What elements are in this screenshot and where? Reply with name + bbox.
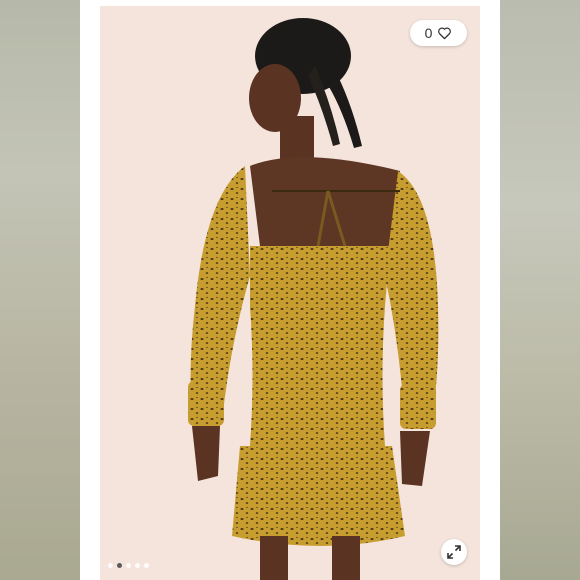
carousel-indicator bbox=[108, 563, 149, 568]
dress-illustration bbox=[188, 18, 439, 580]
carousel-dot-3[interactable] bbox=[126, 563, 131, 568]
blurred-right-panel bbox=[500, 0, 580, 580]
carousel-dot-5[interactable] bbox=[144, 563, 149, 568]
carousel-dot-1[interactable] bbox=[108, 563, 113, 568]
carousel-dot-2-active[interactable] bbox=[117, 563, 122, 568]
like-button[interactable]: 0 bbox=[410, 20, 467, 46]
like-count: 0 bbox=[424, 25, 433, 41]
expand-arrows-icon bbox=[447, 545, 461, 559]
heart-outline-icon bbox=[438, 27, 452, 40]
listing-image-viewer: 0 bbox=[0, 0, 580, 580]
expand-image-button[interactable] bbox=[441, 539, 467, 565]
product-photo[interactable] bbox=[100, 6, 480, 580]
blurred-left-panel bbox=[0, 0, 80, 580]
product-photo-frame bbox=[80, 0, 500, 580]
carousel-dot-4[interactable] bbox=[135, 563, 140, 568]
